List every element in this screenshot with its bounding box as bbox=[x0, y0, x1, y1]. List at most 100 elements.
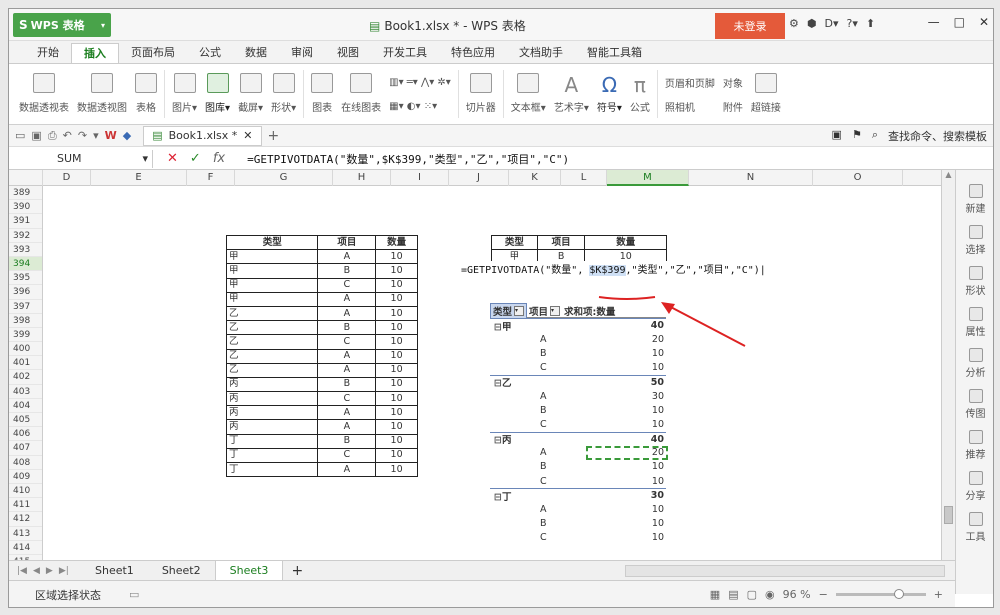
table-cell[interactable]: 10 bbox=[375, 447, 418, 464]
row-header[interactable]: 414 bbox=[9, 541, 42, 555]
scroll-up-icon[interactable]: ▲ bbox=[942, 170, 955, 179]
last-sheet-icon[interactable]: ▶| bbox=[59, 566, 69, 576]
row-header[interactable]: 409 bbox=[9, 470, 42, 484]
tab-1[interactable]: 开始 bbox=[25, 43, 71, 63]
title-tool-icon[interactable]: D▾ bbox=[824, 17, 838, 30]
tab-7[interactable]: 视图 bbox=[325, 43, 371, 63]
search-command[interactable]: 查找命令、搜索模板 bbox=[888, 128, 987, 144]
row-header[interactable]: 403 bbox=[9, 385, 42, 399]
row-header[interactable]: 406 bbox=[9, 427, 42, 442]
row-header[interactable]: 411 bbox=[9, 498, 42, 513]
close-icon[interactable]: ✕ bbox=[243, 129, 252, 142]
row-header[interactable]: 413 bbox=[9, 527, 42, 541]
record-icon[interactable]: ▭ bbox=[129, 588, 139, 601]
table-cell[interactable]: 10 bbox=[375, 291, 418, 307]
table-cell[interactable]: 乙 bbox=[225, 305, 319, 322]
row-header[interactable]: 412 bbox=[9, 512, 42, 527]
pivot-item-row[interactable]: C 10 bbox=[490, 361, 666, 375]
undo-icon[interactable]: ↶ bbox=[63, 129, 72, 142]
table-cell[interactable]: C bbox=[317, 391, 377, 407]
table-cell[interactable]: 丁 bbox=[225, 433, 319, 449]
pivot-item-row[interactable]: C 10 bbox=[490, 531, 666, 545]
minimize-icon[interactable]: — bbox=[928, 15, 940, 29]
row-header[interactable]: 407 bbox=[9, 441, 42, 456]
pivot-chart-button[interactable]: 数据透视图 bbox=[73, 64, 131, 124]
login-button[interactable]: 未登录 bbox=[715, 13, 785, 39]
row-header[interactable]: 392 bbox=[9, 229, 42, 243]
table-cell[interactable]: C bbox=[317, 277, 377, 293]
table-cell[interactable]: 10 bbox=[375, 391, 418, 407]
tab-3[interactable]: 页面布局 bbox=[119, 43, 187, 63]
pivot-item-row[interactable]: A 10 bbox=[490, 502, 666, 516]
column-header[interactable]: I bbox=[391, 170, 449, 186]
chart-button[interactable]: 图表 bbox=[307, 64, 337, 124]
name-box[interactable]: SUM ▾ bbox=[17, 149, 153, 168]
row-header[interactable]: 405 bbox=[9, 413, 42, 428]
table-cell[interactable]: A bbox=[317, 305, 377, 322]
table-cell[interactable]: 10 bbox=[375, 433, 418, 449]
side-panel-item-4[interactable]: 属性 bbox=[966, 307, 986, 338]
tab-4[interactable]: 公式 bbox=[187, 43, 233, 63]
attachment-button[interactable]: 附件 bbox=[723, 99, 743, 114]
column-header[interactable]: N bbox=[689, 170, 813, 186]
confirm-icon[interactable]: ✓ bbox=[190, 151, 201, 166]
title-tool-icon[interactable]: ⚙ bbox=[789, 17, 799, 30]
table-cell[interactable]: 丙 bbox=[225, 376, 319, 393]
column-header[interactable]: P bbox=[903, 170, 941, 186]
collapse-icon[interactable]: ⊟ bbox=[494, 378, 502, 389]
pivot-item-row[interactable]: B 10 bbox=[490, 403, 666, 417]
table-cell[interactable]: 10 bbox=[375, 348, 418, 364]
row-header[interactable]: 391 bbox=[9, 214, 42, 229]
document-tab[interactable]: ▤ Book1.xlsx * ✕ bbox=[143, 125, 262, 146]
cell-formula-edit[interactable]: =GETPIVOTDATA("数量", $K$399,"类型","乙","项目"… bbox=[461, 261, 766, 276]
table-cell[interactable]: 10 bbox=[375, 461, 418, 478]
row-header[interactable]: 399 bbox=[9, 328, 42, 343]
table-cell[interactable]: 乙 bbox=[225, 334, 319, 350]
vertical-scrollbar[interactable]: ▲ bbox=[941, 170, 955, 560]
spreadsheet-grid[interactable]: DEFGHIJKLMNOP 38939039139239339439539639… bbox=[9, 170, 941, 560]
camera-button[interactable]: 照相机 bbox=[665, 99, 715, 114]
side-panel-item-3[interactable]: 形状 bbox=[966, 266, 986, 297]
row-header[interactable]: 408 bbox=[9, 456, 42, 470]
row-header[interactable]: 400 bbox=[9, 342, 42, 357]
side-panel-item-7[interactable]: 推荐 bbox=[966, 430, 986, 461]
table-cell[interactable]: 10 bbox=[375, 419, 418, 435]
pie-chart-icon[interactable]: ▦▾ ◐▾ ⁙▾ bbox=[389, 101, 451, 112]
sheet-tab-sheet2[interactable]: Sheet2 bbox=[148, 561, 215, 581]
title-tool-icon[interactable]: ⬢ bbox=[807, 17, 817, 30]
filter-dropdown-icon[interactable]: ▾ bbox=[514, 305, 525, 316]
wordart-button[interactable]: A 艺术字▾ bbox=[550, 64, 593, 124]
table-cell[interactable]: B bbox=[317, 376, 377, 393]
row-header[interactable]: 390 bbox=[9, 200, 42, 215]
save-icon[interactable]: ▣ bbox=[31, 129, 41, 142]
row-header[interactable]: 401 bbox=[9, 356, 42, 371]
horizontal-scrollbar[interactable] bbox=[625, 564, 945, 577]
sheet-tab-sheet3[interactable]: Sheet3 bbox=[214, 560, 284, 581]
table-cell[interactable]: A bbox=[317, 362, 377, 378]
collapse-icon[interactable]: ⊟ bbox=[494, 492, 502, 503]
table-cell[interactable]: 10 bbox=[375, 405, 418, 421]
table-cell[interactable]: 10 bbox=[375, 263, 418, 279]
row-header[interactable]: 389 bbox=[9, 186, 42, 201]
zoom-out-icon[interactable]: − bbox=[819, 588, 828, 601]
row-header[interactable]: 398 bbox=[9, 314, 42, 328]
column-header[interactable]: L bbox=[561, 170, 607, 186]
row-header[interactable]: 404 bbox=[9, 399, 42, 413]
add-tab-icon[interactable]: + bbox=[268, 128, 280, 144]
row-header[interactable]: 397 bbox=[9, 300, 42, 314]
screenshot-button[interactable]: 截屏▾ bbox=[234, 64, 267, 124]
table-cell[interactable]: 甲 bbox=[225, 277, 319, 293]
table-cell[interactable]: 甲 bbox=[225, 249, 319, 265]
symbol-button[interactable]: Ω 符号▾ bbox=[593, 64, 626, 124]
sheet-tab-sheet1[interactable]: Sheet1 bbox=[81, 561, 148, 581]
side-panel-item-1[interactable]: 新建 bbox=[966, 184, 986, 215]
app-menu-button[interactable]: S WPS 表格 ▾ bbox=[13, 13, 111, 37]
table-cell[interactable]: A bbox=[317, 405, 377, 421]
feedback-icon[interactable]: ⚑ bbox=[852, 128, 862, 144]
print-icon[interactable]: ⎙ bbox=[48, 129, 57, 143]
table-cell[interactable]: B bbox=[317, 320, 377, 336]
collapse-icon[interactable]: ⊟ bbox=[494, 322, 502, 333]
row-header[interactable]: 410 bbox=[9, 484, 42, 499]
textbox-button[interactable]: 文本框▾ bbox=[507, 64, 550, 124]
table-cell[interactable]: 丙 bbox=[225, 405, 319, 421]
